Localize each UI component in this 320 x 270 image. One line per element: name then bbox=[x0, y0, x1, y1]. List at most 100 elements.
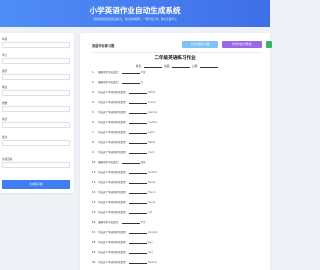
field-notes: 备注 bbox=[2, 135, 70, 146]
field-grade: 年级 bbox=[2, 37, 70, 48]
question-word: home bbox=[148, 201, 156, 204]
question-item: 1. 根据中文写出英文： 苹果 bbox=[92, 70, 146, 75]
difficulty-input[interactable] bbox=[2, 90, 70, 96]
question-prompt: 根据中文写出英文： bbox=[98, 81, 121, 84]
answer-blank bbox=[129, 92, 148, 94]
question-word: school bbox=[148, 101, 157, 104]
answer-blank bbox=[129, 252, 148, 254]
field-label: 生成选项 bbox=[2, 158, 13, 161]
question-prompt: 写出这个单词的中文意思： bbox=[98, 191, 129, 194]
field-label: 格式 bbox=[2, 118, 8, 121]
worksheet-panel: 英语作业练习题 打印当前练习题 导出作业(含答案) 二年级英语练习作业 姓名： … bbox=[80, 33, 272, 270]
answer-blank bbox=[121, 82, 140, 84]
question-prompt: 写出这个单词的中文意思： bbox=[98, 131, 129, 134]
question-prompt: 写出这个单词的中文意思： bbox=[98, 171, 129, 174]
question-item: 6. 写出这个单词的中文意思： mother bbox=[92, 120, 157, 125]
generate-button[interactable]: 生成练习题 bbox=[2, 180, 70, 189]
question-prompt: 写出这个单词的中文意思： bbox=[98, 121, 129, 124]
grade-input[interactable] bbox=[2, 42, 70, 48]
question-prompt: 写出这个单词的中文意思： bbox=[98, 211, 129, 214]
question-prompt: 根据中文写出英文： bbox=[98, 71, 121, 74]
field-difficulty: 难度 bbox=[2, 85, 70, 96]
field-label: 题型 bbox=[2, 70, 8, 73]
question-prompt: 写出这个单词的中文意思： bbox=[98, 141, 129, 144]
field-format: 格式 bbox=[2, 117, 70, 128]
answer-blank bbox=[129, 202, 148, 204]
question-item: 7. 写出这个单词的中文意思： sister bbox=[92, 130, 155, 135]
question-word: mother bbox=[148, 121, 158, 124]
date-field: 日期： bbox=[192, 64, 218, 68]
date-label: 日期： bbox=[192, 65, 200, 68]
answer-blank bbox=[129, 262, 148, 264]
question-word: flowers bbox=[148, 261, 158, 264]
question-word: 猫咪 bbox=[140, 161, 146, 164]
question-prompt: 根据中文写出英文： bbox=[98, 161, 121, 164]
class-label: 班级： bbox=[164, 65, 172, 68]
field-count: 题数 bbox=[2, 101, 70, 112]
answer-blank bbox=[121, 162, 140, 164]
export-button[interactable]: 导出作业(含答案) bbox=[222, 41, 262, 48]
question-word: 苹果 bbox=[140, 71, 146, 74]
question-item: 14. 写出这个单词的中文意思： home bbox=[92, 200, 155, 205]
answer-blank bbox=[129, 242, 148, 244]
question-word: pen bbox=[148, 241, 153, 244]
extra-button[interactable] bbox=[266, 41, 272, 48]
answer-blank bbox=[129, 182, 148, 184]
question-item: 5. 写出这个单词的中文意思： teacher bbox=[92, 110, 158, 115]
question-item: 16. 根据中文写出英文： 学生 bbox=[92, 220, 146, 225]
question-item: 13. 写出这个单词的中文意思： friend bbox=[92, 190, 155, 195]
name-label: 姓名： bbox=[136, 65, 144, 68]
answer-blank bbox=[129, 132, 148, 134]
unit-input[interactable] bbox=[2, 58, 70, 64]
answer-blank bbox=[129, 172, 148, 174]
question-word: 学生 bbox=[140, 221, 146, 224]
question-word: mum bbox=[148, 151, 155, 154]
field-label: 备注 bbox=[2, 136, 8, 139]
question-item: 11. 写出这个单词的中文意思： brother bbox=[92, 170, 157, 175]
app-header: 小学英语作业自动生成系统 轻松生成高质量英语练习，支持多种题型，一键导出打印，助… bbox=[0, 0, 270, 27]
answer-blank bbox=[129, 152, 148, 154]
question-item: 18. 写出这个单词的中文意思： pen bbox=[92, 240, 153, 245]
field-label: 单元 bbox=[2, 54, 8, 57]
question-word: 书 bbox=[140, 81, 144, 84]
question-prompt: 写出这个单词的中文意思： bbox=[98, 111, 129, 114]
question-prompt: 写出这个单词的中文意思： bbox=[98, 201, 129, 204]
answer-blank bbox=[129, 112, 148, 114]
answer-blank bbox=[129, 102, 148, 104]
count-input[interactable] bbox=[2, 106, 70, 112]
question-word: teacher bbox=[148, 111, 158, 114]
field-label: 难度 bbox=[2, 86, 8, 89]
question-word: cat bbox=[148, 211, 152, 214]
question-item: 2. 根据中文写出英文：书 bbox=[92, 80, 143, 85]
question-item: 20. 写出这个单词的中文意思： flowers bbox=[92, 260, 157, 265]
answer-blank bbox=[121, 222, 140, 224]
app-title: 小学英语作业自动生成系统 bbox=[89, 6, 181, 15]
question-prompt: 写出这个单词的中文意思： bbox=[98, 181, 129, 184]
question-word: student bbox=[148, 231, 158, 234]
question-prompt: 根据中文写出英文： bbox=[98, 221, 121, 224]
app-subtitle: 轻松生成高质量英语练习，支持多种题型，一键导出打印，助力英语学习 bbox=[93, 18, 177, 21]
divider bbox=[92, 52, 262, 53]
question-word: dog bbox=[148, 251, 153, 254]
field-options: 生成选项 bbox=[2, 157, 70, 168]
notes-input[interactable] bbox=[2, 140, 70, 146]
question-prompt: 写出这个单词的中文意思： bbox=[98, 101, 129, 104]
print-button[interactable]: 打印当前练习题 bbox=[182, 41, 218, 48]
field-type: 题型 bbox=[2, 69, 70, 80]
field-unit: 单元 bbox=[2, 53, 70, 64]
answer-blank bbox=[129, 212, 148, 214]
panel-title: 英语作业练习题 bbox=[92, 44, 115, 48]
answer-blank bbox=[129, 122, 148, 124]
type-input[interactable] bbox=[2, 74, 70, 80]
format-select[interactable] bbox=[2, 122, 70, 128]
options-input[interactable] bbox=[2, 162, 70, 168]
question-prompt: 写出这个单词的中文意思： bbox=[98, 151, 129, 154]
question-prompt: 写出这个单词的中文意思： bbox=[98, 241, 129, 244]
class-line bbox=[171, 66, 190, 68]
question-word: friend bbox=[148, 191, 156, 194]
settings-panel: 年级 单元 题型 难度 题数 格式 备注 生成选项 生成练习题 bbox=[0, 33, 74, 193]
date-line bbox=[199, 66, 218, 68]
question-item: 12. 写出这个单词的中文意思： family bbox=[92, 180, 156, 185]
class-field: 班级： bbox=[164, 64, 190, 68]
name-line bbox=[143, 66, 162, 68]
